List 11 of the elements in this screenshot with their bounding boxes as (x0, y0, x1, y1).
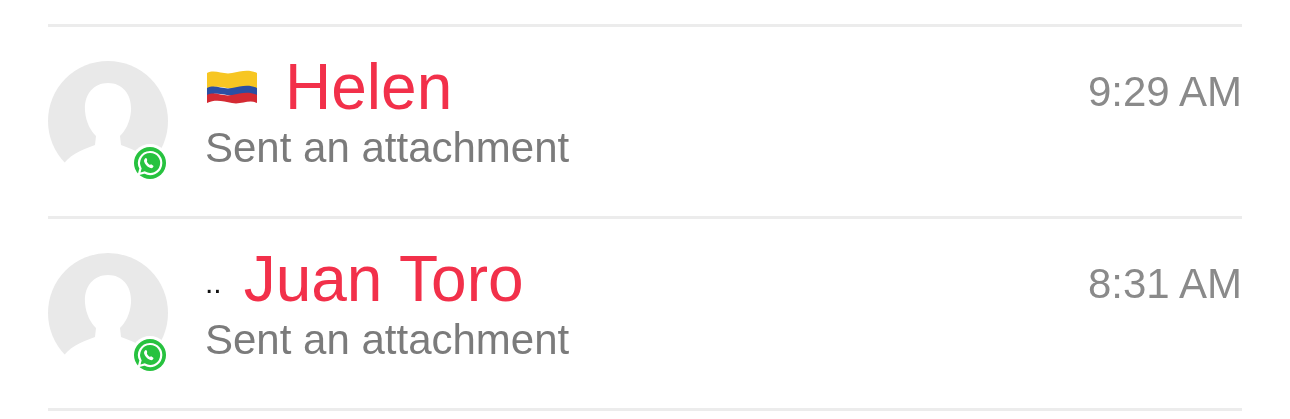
avatar-icon (48, 253, 168, 373)
message-preview: Sent an attachment (205, 123, 571, 173)
message-preview: Sent an attachment (205, 315, 571, 365)
message-time: 9:29 AM (1087, 67, 1242, 117)
message-time: 8:31 AM (1087, 259, 1242, 309)
chat-row[interactable]: Helen Sent an attachment 9:29 AM (48, 27, 1242, 219)
avatar-icon (48, 61, 168, 181)
contact-name: Juan Toro (243, 243, 524, 315)
chat-row[interactable]: .. Juan Toro Sent an attachment 8:31 AM (48, 219, 1242, 411)
name-prefix: .. (205, 265, 222, 298)
contact-name: Helen (285, 51, 453, 123)
